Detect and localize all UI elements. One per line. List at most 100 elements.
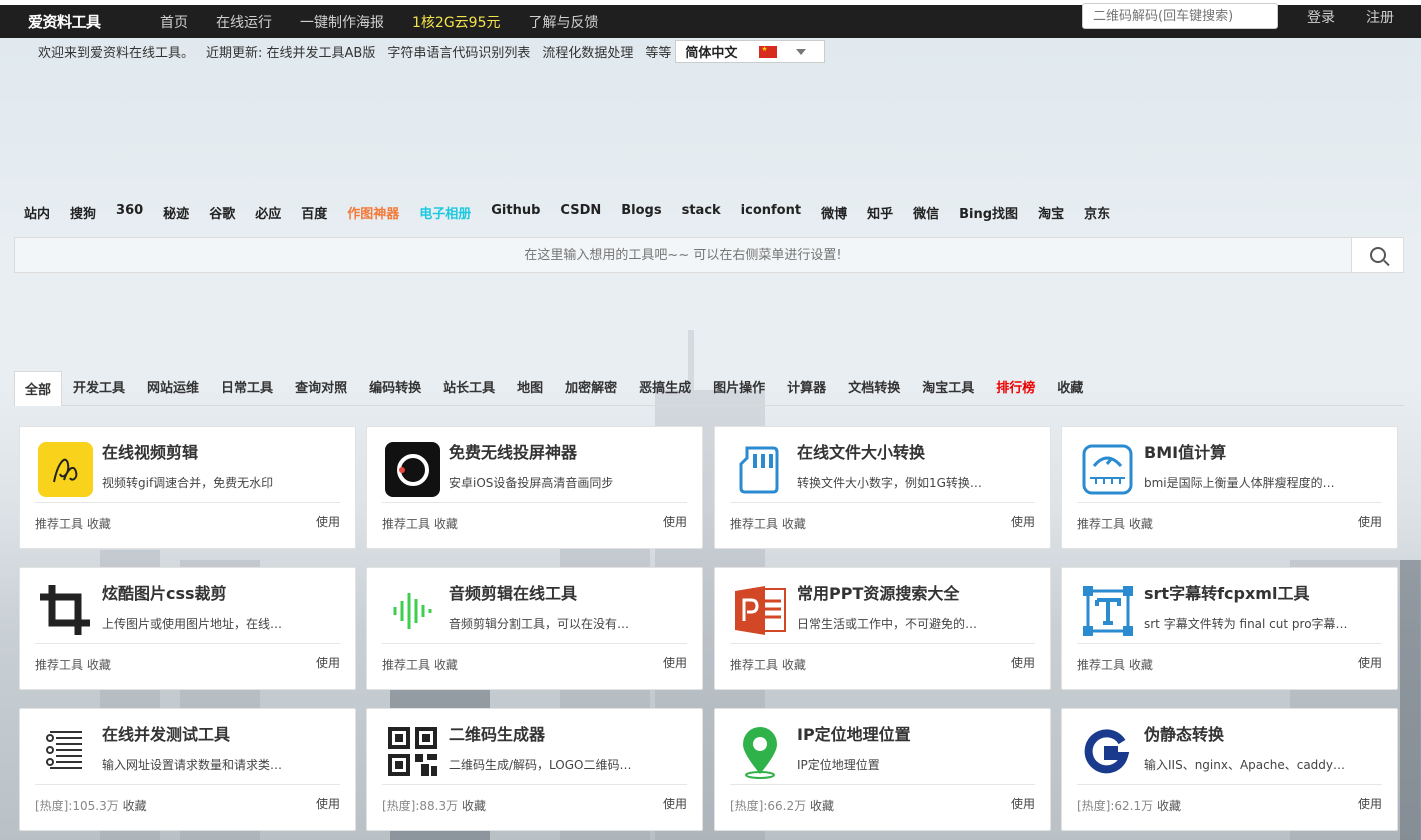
card-meta[interactable]: 推荐工具 收藏 [1077,656,1153,673]
card-title[interactable]: 免费无线投屏神器 [449,439,577,463]
tab-lookup[interactable]: 查询对照 [284,371,358,405]
tool-card[interactable]: srt字幕转fcpxml工具 srt 字幕文件转为 final cut pro字… [1061,567,1398,690]
engine-sogou[interactable]: 搜狗 [70,203,96,222]
site-logo[interactable]: 爱资料工具 [28,11,132,32]
tab-prank[interactable]: 恶搞生成 [628,371,702,405]
use-button[interactable]: 使用 [1358,795,1382,812]
engine-github[interactable]: Github [491,203,540,222]
qr-decode-input[interactable] [1082,3,1278,29]
tool-card[interactable]: BMI值计算 bmi是国际上衡量人体胖瘦程度的… 推荐工具 收藏 使用 [1061,426,1398,549]
tool-card[interactable]: 二维码生成器 二维码生成/解码，LOGO二维码… [热度]:88.3万 收藏 使… [366,708,703,831]
register-link[interactable]: 注册 [1366,0,1394,33]
engine-weibo[interactable]: 微博 [821,203,847,222]
engine-zhihu[interactable]: 知乎 [867,203,893,222]
use-button[interactable]: 使用 [663,795,687,812]
tab-document[interactable]: 文档转换 [837,371,911,405]
use-button[interactable]: 使用 [1011,513,1035,530]
card-meta[interactable]: 推荐工具 收藏 [382,515,458,532]
tab-webmaster[interactable]: 站长工具 [432,371,506,405]
recent-update-link[interactable]: 近期更新: 在线并发工具AB版 [206,42,375,61]
recent-update-link-2[interactable]: 字符串语言代码识别列表 [387,42,530,61]
engine-bing[interactable]: 必应 [255,203,281,222]
engine-miji[interactable]: 秘迹 [163,203,189,222]
engine-stack[interactable]: stack [682,203,721,222]
engine-google[interactable]: 谷歌 [209,203,235,222]
nav-poster[interactable]: 一键制作海报 [300,12,384,32]
card-title[interactable]: 音频剪辑在线工具 [449,580,577,604]
engine-weixin[interactable]: 微信 [913,203,939,222]
card-title[interactable]: 在线视频剪辑 [102,439,198,463]
engine-iconfont[interactable]: iconfont [741,203,801,222]
favorite-link[interactable]: 收藏 [1157,799,1181,813]
tab-taobao[interactable]: 淘宝工具 [911,371,985,405]
nav-home[interactable]: 首页 [160,12,188,32]
tab-calculator[interactable]: 计算器 [776,371,837,405]
favorite-link[interactable]: 收藏 [462,799,486,813]
tool-card[interactable]: 常用PPT资源搜索大全 日常生活或工作中，不可避免的… 推荐工具 收藏 使用 [714,567,1051,690]
card-meta[interactable]: 推荐工具 收藏 [35,656,111,673]
language-select[interactable]: 简体中文 [675,40,826,63]
engine-site[interactable]: 站内 [24,203,50,222]
engine-design[interactable]: 作图神器 [347,203,399,222]
use-button[interactable]: 使用 [316,654,340,671]
tool-card[interactable]: 炫酷图片css裁剪 上传图片或使用图片地址，在线… 推荐工具 收藏 使用 [19,567,356,690]
card-meta[interactable]: 推荐工具 收藏 [730,656,806,673]
card-meta[interactable]: 推荐工具 收藏 [1077,515,1153,532]
tab-daily[interactable]: 日常工具 [210,371,284,405]
tab-image[interactable]: 图片操作 [702,371,776,405]
recent-update-link-3[interactable]: 流程化数据处理 [542,42,633,61]
engine-album[interactable]: 电子相册 [419,203,471,222]
card-title[interactable]: 二维码生成器 [449,721,545,745]
nav-run-online[interactable]: 在线运行 [216,12,272,32]
login-link[interactable]: 登录 [1307,0,1335,33]
favorite-link[interactable]: 收藏 [123,799,147,813]
use-button[interactable]: 使用 [316,513,340,530]
tool-search-input[interactable] [15,238,1351,272]
card-title[interactable]: 在线并发测试工具 [102,721,230,745]
card-title[interactable]: 常用PPT资源搜索大全 [797,580,959,604]
tool-card[interactable]: 免费无线投屏神器 安卓iOS设备投屏高清音画同步 推荐工具 收藏 使用 [366,426,703,549]
use-button[interactable]: 使用 [663,513,687,530]
search-button[interactable] [1351,238,1403,272]
engine-baidu[interactable]: 百度 [301,203,327,222]
tab-map[interactable]: 地图 [506,371,554,405]
tool-card[interactable]: 伪静态转换 输入IIS、nginx、Apache、caddy… [热度]:62.… [1061,708,1398,831]
tool-card[interactable]: 音频剪辑在线工具 音频剪辑分割工具，可以在没有… 推荐工具 收藏 使用 [366,567,703,690]
card-title[interactable]: IP定位地理位置 [797,721,911,745]
ppt-icon [733,583,788,638]
tab-ranking[interactable]: 排行榜 [985,371,1046,405]
tab-favorites[interactable]: 收藏 [1046,371,1094,405]
tool-card[interactable]: 在线并发测试工具 输入网址设置请求数量和请求类… [热度]:105.3万 收藏 … [19,708,356,831]
use-button[interactable]: 使用 [1358,654,1382,671]
engine-csdn[interactable]: CSDN [560,203,601,222]
use-button[interactable]: 使用 [1011,795,1035,812]
tool-card[interactable]: 在线文件大小转换 转换文件大小数字，例如1G转换… 推荐工具 收藏 使用 [714,426,1051,549]
card-title[interactable]: BMI值计算 [1144,439,1226,463]
tool-card[interactable]: 在线视频剪辑 视频转gif调速合并，免费无水印 推荐工具 收藏 使用 [19,426,356,549]
nav-feedback[interactable]: 了解与反馈 [528,12,598,32]
nav-cloud-promo[interactable]: 1核2G云95元 [412,12,500,32]
tab-crypto[interactable]: 加密解密 [554,371,628,405]
use-button[interactable]: 使用 [1011,654,1035,671]
card-meta[interactable]: 推荐工具 收藏 [35,515,111,532]
use-button[interactable]: 使用 [663,654,687,671]
engine-360[interactable]: 360 [116,203,143,222]
tool-card[interactable]: IP定位地理位置 IP定位地理位置 [热度]:66.2万 收藏 使用 [714,708,1051,831]
tab-ops[interactable]: 网站运维 [136,371,210,405]
card-title[interactable]: 在线文件大小转换 [797,439,925,463]
engine-jd[interactable]: 京东 [1084,203,1110,222]
tab-all[interactable]: 全部 [14,371,63,406]
card-title[interactable]: 伪静态转换 [1144,721,1224,745]
engine-blogs[interactable]: Blogs [621,203,661,222]
use-button[interactable]: 使用 [316,795,340,812]
engine-taobao[interactable]: 淘宝 [1038,203,1064,222]
card-meta[interactable]: 推荐工具 收藏 [382,656,458,673]
favorite-link[interactable]: 收藏 [810,799,834,813]
engine-bing-image[interactable]: Bing找图 [959,203,1018,222]
card-title[interactable]: srt字幕转fcpxml工具 [1144,580,1309,604]
card-meta[interactable]: 推荐工具 收藏 [730,515,806,532]
use-button[interactable]: 使用 [1358,513,1382,530]
card-title[interactable]: 炫酷图片css裁剪 [102,580,227,604]
tab-encoding[interactable]: 编码转换 [358,371,432,405]
tab-dev[interactable]: 开发工具 [62,371,136,405]
